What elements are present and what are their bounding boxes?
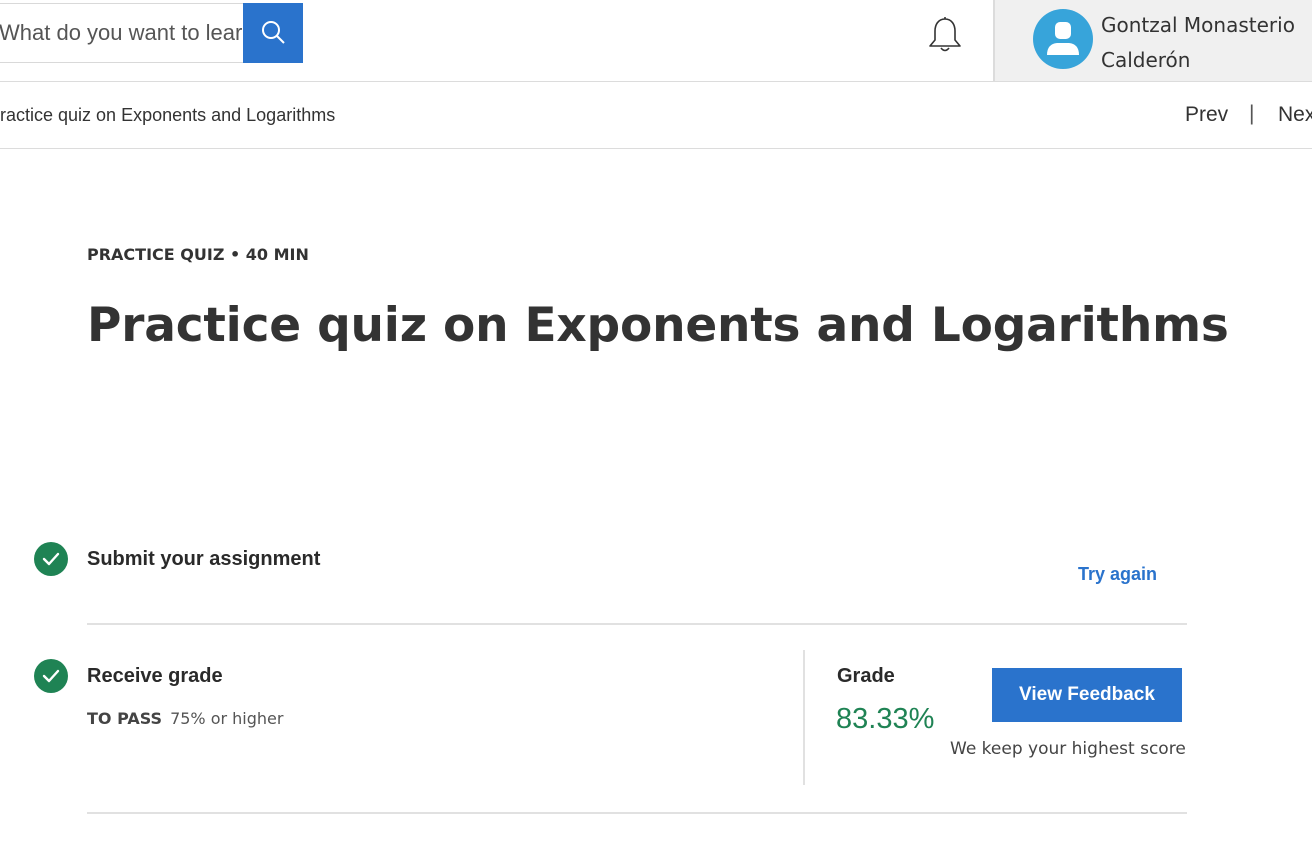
submit-step-title: Submit your assignment [87, 548, 321, 570]
check-circle-icon [34, 659, 68, 693]
search-input[interactable] [0, 3, 244, 63]
check-circle-icon [34, 542, 68, 576]
top-header: Gontzal Monasterio Calderón [0, 0, 1312, 82]
search-icon [260, 19, 286, 48]
highest-score-note: We keep your highest score [950, 739, 1186, 759]
grade-label: Grade [837, 665, 895, 687]
view-feedback-button[interactable]: View Feedback [992, 668, 1182, 722]
user-name: Gontzal Monasterio Calderón [1101, 13, 1295, 72]
to-pass-value: 75% or higher [170, 709, 284, 728]
divider [87, 623, 1187, 625]
notifications-button[interactable] [925, 16, 965, 59]
divider [87, 812, 1187, 814]
nav-separator: | [1249, 102, 1255, 125]
grade-step-title: Receive grade [87, 665, 223, 687]
quiz-meta: PRACTICE QUIZ • 40 MIN [87, 245, 309, 264]
page-title: Practice quiz on Exponents and Logarithm… [87, 298, 1229, 353]
user-avatar-icon [1033, 9, 1093, 69]
bell-icon [927, 16, 963, 59]
user-menu[interactable]: Gontzal Monasterio Calderón [993, 0, 1312, 81]
pass-requirement: TO PASS 75% or higher [87, 709, 283, 729]
breadcrumb: Practice quiz on Exponents and Logarithm… [0, 105, 336, 125]
to-pass-label: TO PASS [87, 709, 163, 728]
try-again-link[interactable]: Try again [1078, 564, 1157, 585]
grade-value: 83.33% [836, 703, 935, 735]
vertical-divider [803, 650, 805, 785]
lesson-navigation: Practice quiz on Exponents and Logarithm… [0, 82, 1312, 149]
prev-link[interactable]: Prev [1185, 103, 1228, 127]
next-link[interactable]: Next [1278, 103, 1312, 127]
search-button[interactable] [243, 3, 303, 63]
